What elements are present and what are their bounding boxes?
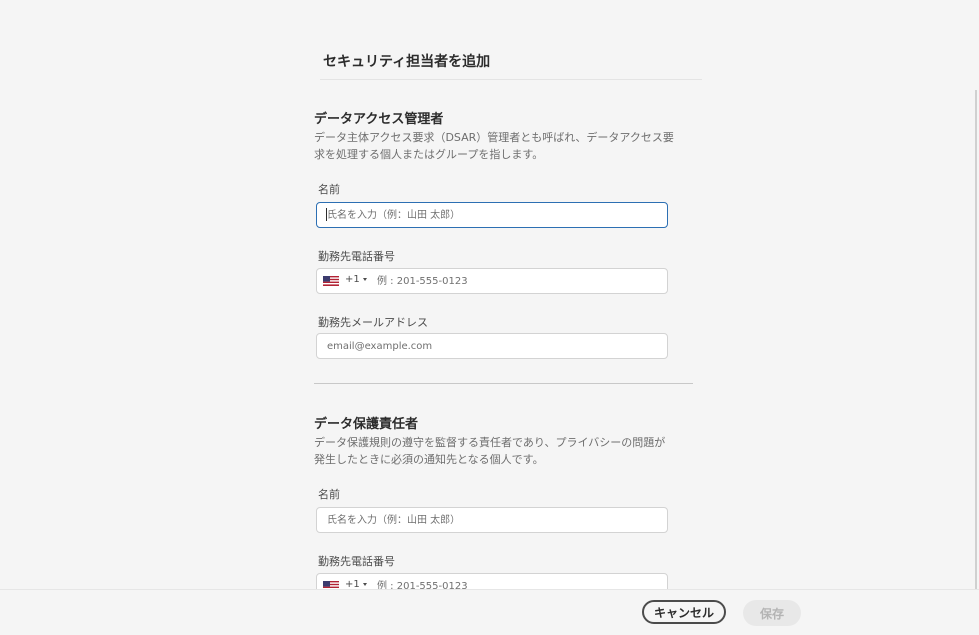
chevron-down-icon[interactable] — [363, 583, 367, 586]
section-description-data-access: データ主体アクセス要求（DSAR）管理者とも呼ばれ、データアクセス要求を処理する… — [314, 131, 674, 161]
section-heading-data-protection: データ保護責任者 — [314, 417, 419, 432]
phone-label: 勤務先電話番号 — [318, 250, 395, 263]
name-label: 名前 — [318, 183, 340, 196]
section-description-data-protection: データ保護規則の遵守を監督する責任者であり、プライバシーの問題が発生したときに必… — [314, 436, 666, 466]
section-divider — [314, 383, 693, 384]
name-label: 名前 — [318, 488, 340, 501]
dialog-footer: キャンセル 保存 — [0, 589, 979, 635]
name-input[interactable] — [316, 507, 668, 533]
phone-field[interactable]: +1 — [316, 268, 668, 294]
form-scroll-area[interactable]: データアクセス管理者 データ主体アクセス要求（DSAR）管理者とも呼ばれ、データ… — [0, 0, 979, 589]
email-label: 勤務先メールアドレス — [318, 316, 428, 329]
scrollbar[interactable] — [975, 90, 977, 589]
phone-field[interactable]: +1 — [316, 573, 668, 589]
country-code[interactable]: +1 — [345, 579, 360, 589]
us-flag-icon[interactable] — [323, 581, 339, 589]
chevron-down-icon[interactable] — [363, 278, 367, 281]
phone-input[interactable] — [375, 574, 657, 589]
save-button[interactable]: 保存 — [743, 600, 801, 626]
name-input[interactable] — [316, 202, 668, 228]
text-caret — [326, 208, 327, 221]
cancel-button[interactable]: キャンセル — [642, 600, 726, 624]
email-input[interactable] — [316, 333, 668, 359]
phone-label: 勤務先電話番号 — [318, 555, 395, 568]
us-flag-icon[interactable] — [323, 276, 339, 286]
country-code[interactable]: +1 — [345, 274, 360, 285]
phone-input[interactable] — [375, 269, 657, 293]
section-heading-data-access: データアクセス管理者 — [314, 112, 444, 127]
